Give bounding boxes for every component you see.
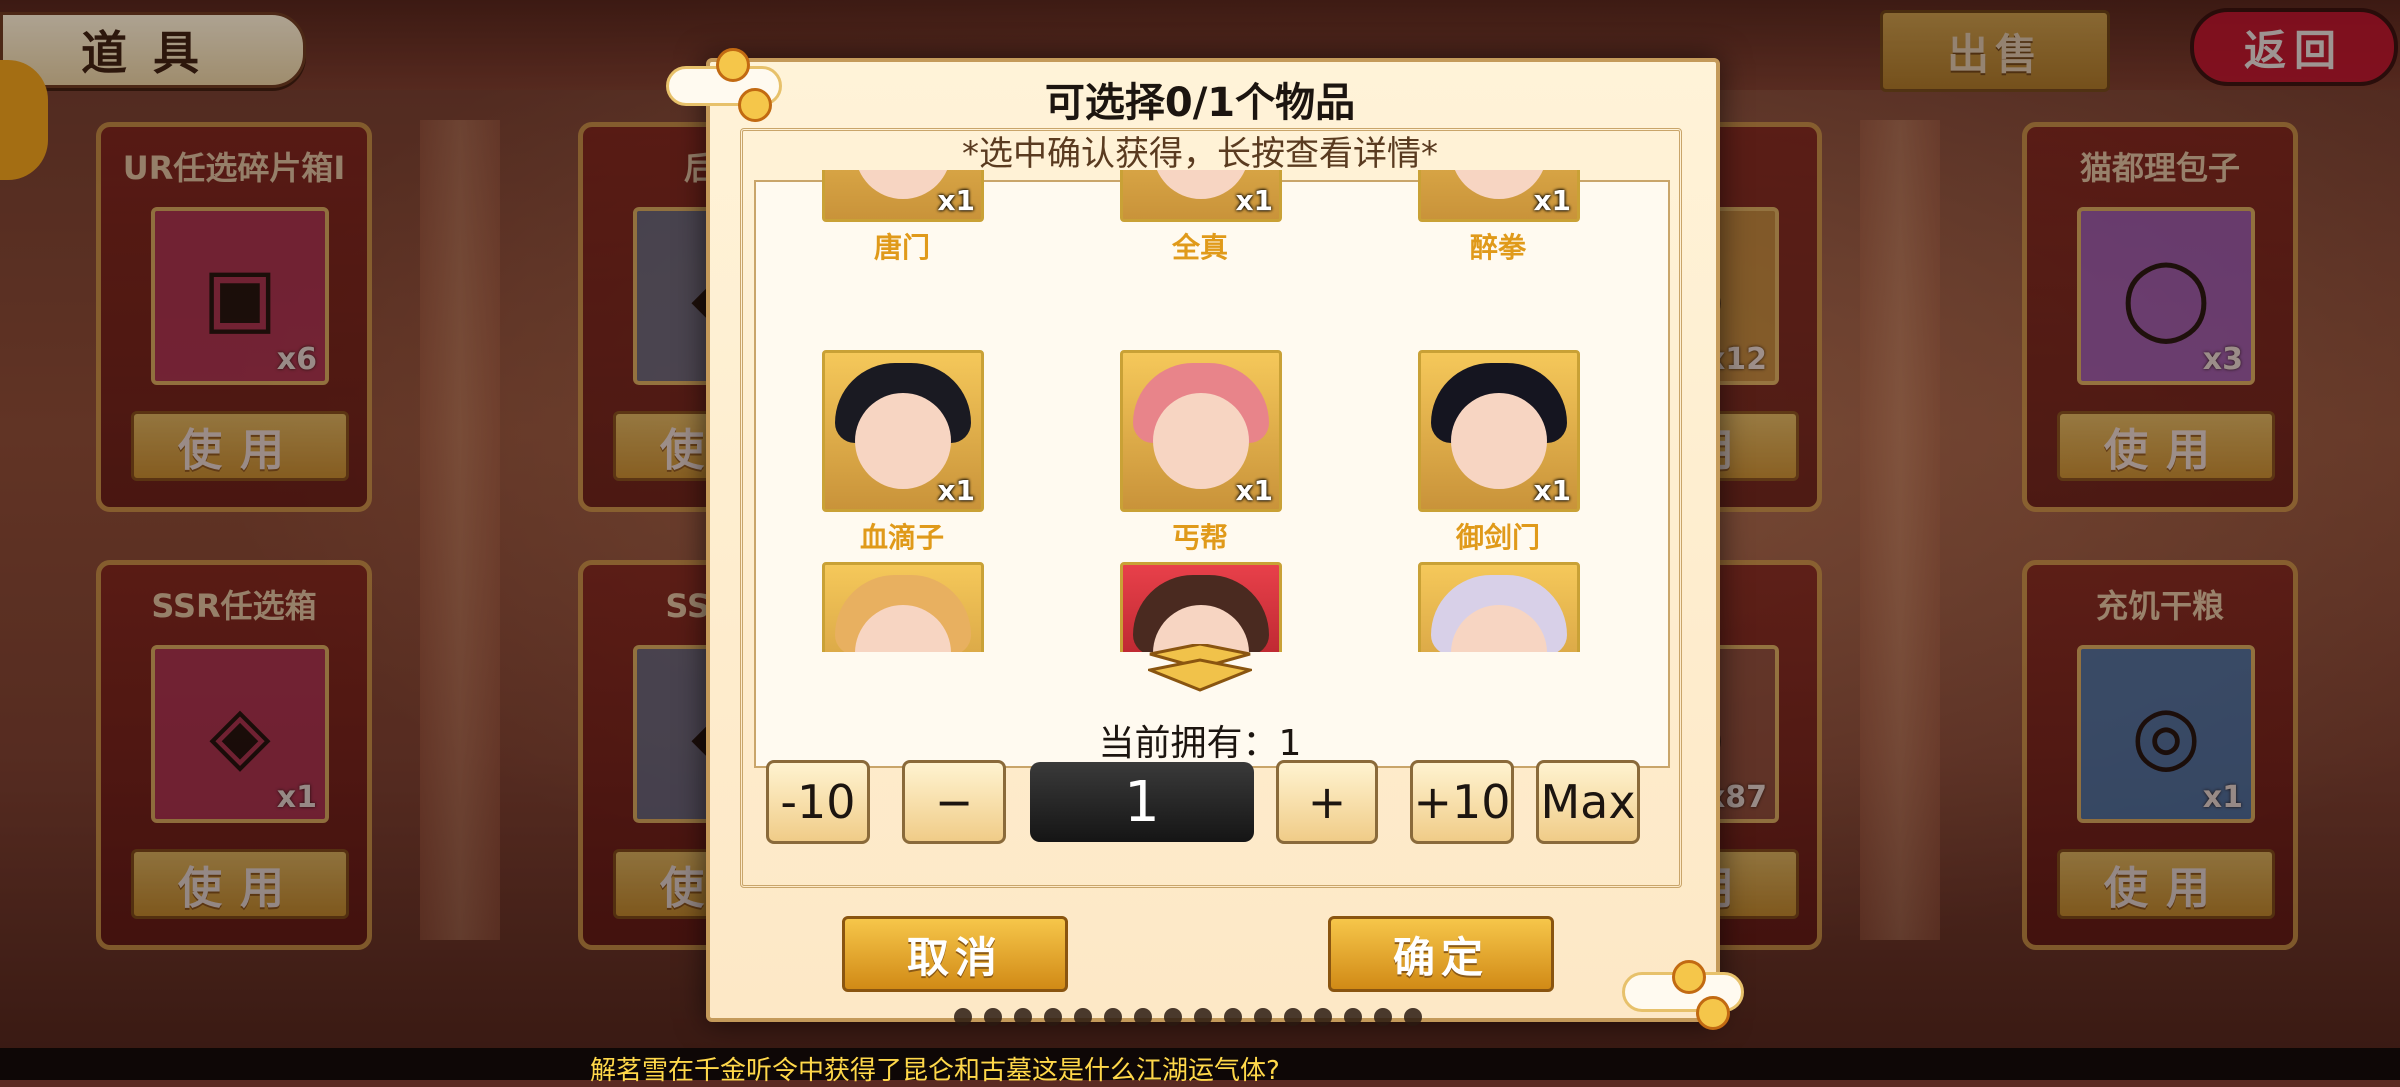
hero-qty: x1 xyxy=(1533,184,1571,217)
hero-option[interactable]: x1 血滴子 xyxy=(822,350,984,556)
hero-portrait: x1 xyxy=(1120,350,1282,512)
hero-option[interactable]: x1 丐帮 xyxy=(1120,350,1282,556)
max-button[interactable]: Max xyxy=(1536,760,1640,844)
minus-button[interactable]: − xyxy=(902,760,1006,844)
confirm-button[interactable]: 确定 xyxy=(1328,916,1554,992)
hero-name: 御剑门 xyxy=(1455,521,1540,554)
hero-portrait xyxy=(1418,562,1580,652)
scroll-down-chevron-icon[interactable] xyxy=(1148,644,1252,694)
cancel-button[interactable]: 取消 xyxy=(842,916,1068,992)
hero-option[interactable] xyxy=(1418,562,1580,652)
broadcast-marquee: 解茗雪在千金听令中获得了昆仑和古墓这是什么江湖运气体? xyxy=(0,1048,2400,1086)
hero-qty: x1 xyxy=(1235,184,1273,217)
hero-qty: x1 xyxy=(937,184,975,217)
plus-10-button[interactable]: +10 xyxy=(1410,760,1514,844)
hero-name: 唐门 xyxy=(873,231,930,264)
hero-grid[interactable]: x1 唐门 x1 全真 x1 醉拳 x1 血滴子 x1 丐帮 x1 御剑门 xyxy=(820,170,1640,652)
hero-option[interactable] xyxy=(822,562,984,652)
page-indicator xyxy=(954,1008,1422,1026)
hero-qty: x1 xyxy=(1235,474,1273,507)
owned-count: 当前拥有：1 xyxy=(1098,723,1302,764)
hero-name: 丐帮 xyxy=(1171,521,1228,554)
hero-option[interactable]: x1 御剑门 xyxy=(1418,350,1580,556)
confirm-button-label: 确定 xyxy=(1392,932,1489,982)
selection-hint: *选中确认获得，长按查看详情* xyxy=(962,134,1438,174)
broadcast-text: 解茗雪在千金听令中获得了昆仑和古墓这是什么江湖运气体? xyxy=(590,1056,1280,1086)
hero-portrait: x1 xyxy=(1418,170,1580,222)
hero-portrait: x1 xyxy=(1418,350,1580,512)
hero-portrait xyxy=(1120,562,1282,652)
hero-portrait: x1 xyxy=(1120,170,1282,222)
hero-qty: x1 xyxy=(937,474,975,507)
hero-name: 血滴子 xyxy=(859,521,944,554)
hero-name: 醉拳 xyxy=(1469,231,1526,264)
quantity-display[interactable]: 1 xyxy=(1030,762,1254,842)
flower-ornament-icon xyxy=(1672,960,1706,994)
cancel-button-label: 取消 xyxy=(906,932,1003,982)
hero-option[interactable]: x1 唐门 xyxy=(822,170,984,266)
hero-portrait: x1 xyxy=(822,350,984,512)
hero-name: 全真 xyxy=(1171,231,1228,264)
hero-option[interactable]: x1 醉拳 xyxy=(1418,170,1580,266)
hero-option[interactable]: x1 全真 xyxy=(1120,170,1282,266)
hero-qty: x1 xyxy=(1533,474,1571,507)
plus-button[interactable]: + xyxy=(1276,760,1378,844)
dialog-title: 可选择0/1个物品 xyxy=(1044,80,1356,126)
flower-ornament-icon xyxy=(1696,996,1730,1030)
minus-10-button[interactable]: -10 xyxy=(766,760,870,844)
hero-option[interactable] xyxy=(1120,562,1282,652)
hero-portrait: x1 xyxy=(822,170,984,222)
hero-portrait xyxy=(822,562,984,652)
